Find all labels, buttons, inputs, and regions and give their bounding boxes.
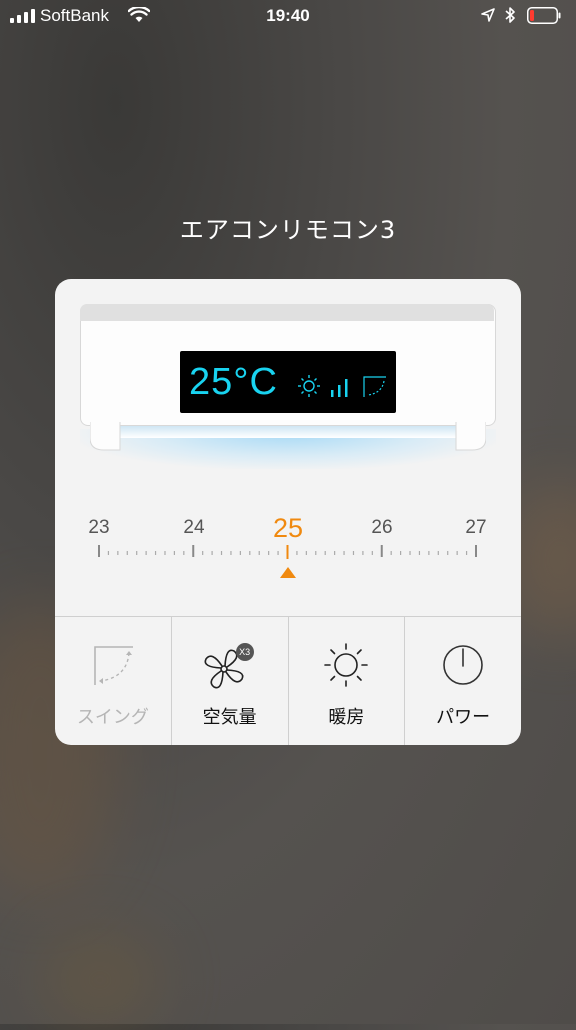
display-temperature: 25°C	[189, 361, 278, 403]
sun-icon	[298, 375, 320, 397]
swing-label: スイング	[76, 707, 149, 728]
heating-button[interactable]: 暖房	[289, 617, 406, 745]
page-title: エアコンリモコン3	[179, 216, 397, 244]
ac-display-panel: 25°C	[180, 351, 396, 413]
remote-card: 25°C 23 24 25 26 27 スイング X3 空気量 暖房 パワー	[55, 279, 521, 745]
swing-button[interactable]: スイング	[55, 617, 172, 745]
ac-unit-top-panel	[80, 304, 494, 321]
ac-flap	[90, 422, 486, 451]
temperature-scale[interactable]: 23 24 25 26 27	[55, 509, 521, 589]
scale-label[interactable]: 26	[371, 517, 392, 539]
display-status-icons	[298, 375, 386, 397]
location-arrow-icon	[481, 8, 495, 22]
scale-label[interactable]: 24	[183, 517, 204, 539]
air-volume-button[interactable]: X3 空気量	[172, 617, 289, 745]
swing-icon	[94, 646, 133, 685]
control-buttons: スイング X3 空気量 暖房 パワー	[55, 616, 521, 745]
fan-level-icon	[331, 379, 348, 397]
air-volume-label: 空気量	[202, 707, 257, 728]
bluetooth-icon	[505, 7, 515, 23]
selected-temperature-pointer	[280, 567, 296, 578]
air-volume-badge: X3	[235, 643, 254, 661]
battery-icon	[527, 7, 561, 24]
air-conditioner-illustration: 25°C	[80, 304, 496, 469]
power-icon	[443, 645, 483, 685]
background-blur	[40, 930, 160, 1030]
sun-icon	[324, 643, 369, 687]
status-bar: SoftBank 19:40	[0, 0, 576, 32]
power-button[interactable]: パワー	[405, 617, 521, 745]
swing-icon	[363, 376, 386, 397]
power-label: パワー	[436, 707, 491, 728]
heating-label: 暖房	[328, 707, 365, 728]
scale-label[interactable]: 27	[465, 517, 486, 539]
scale-label[interactable]: 23	[88, 517, 109, 539]
